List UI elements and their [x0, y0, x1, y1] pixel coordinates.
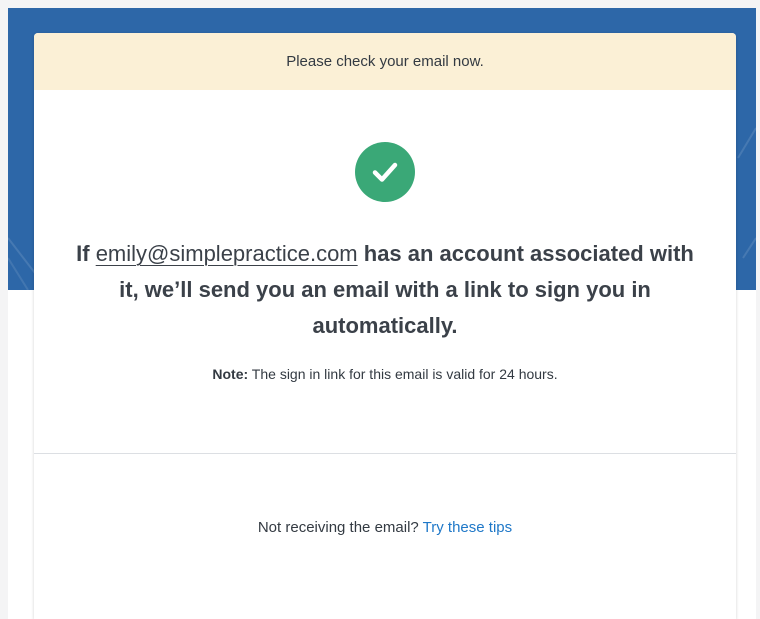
validity-note: Note: The sign in link for this email is…: [74, 366, 696, 382]
confirmation-card: Please check your email now. If emily@si…: [34, 33, 736, 619]
note-label: Note:: [212, 366, 249, 382]
banner-text: Please check your email now.: [286, 53, 484, 70]
note-text: The sign in link for this email is valid…: [248, 366, 558, 382]
check-circle-icon: [355, 142, 415, 202]
checkmark-icon: [372, 162, 398, 182]
sign-in-page: Please check your email now. If emily@si…: [0, 0, 760, 619]
try-these-tips-link[interactable]: Try these tips: [423, 519, 512, 536]
confirmation-message: If emily@simplepractice.com has an accou…: [74, 236, 696, 344]
info-banner: Please check your email now.: [34, 33, 736, 90]
window-frame-top: [0, 0, 760, 8]
window-frame-left: [0, 0, 8, 619]
message-prefix: If: [76, 241, 96, 266]
section-divider: [34, 453, 736, 454]
help-text: Not receiving the email? Try these tips: [74, 519, 696, 536]
email-address-link[interactable]: emily@simplepractice.com: [96, 241, 358, 266]
help-question: Not receiving the email?: [257, 519, 423, 536]
window-frame-right: [756, 0, 760, 619]
